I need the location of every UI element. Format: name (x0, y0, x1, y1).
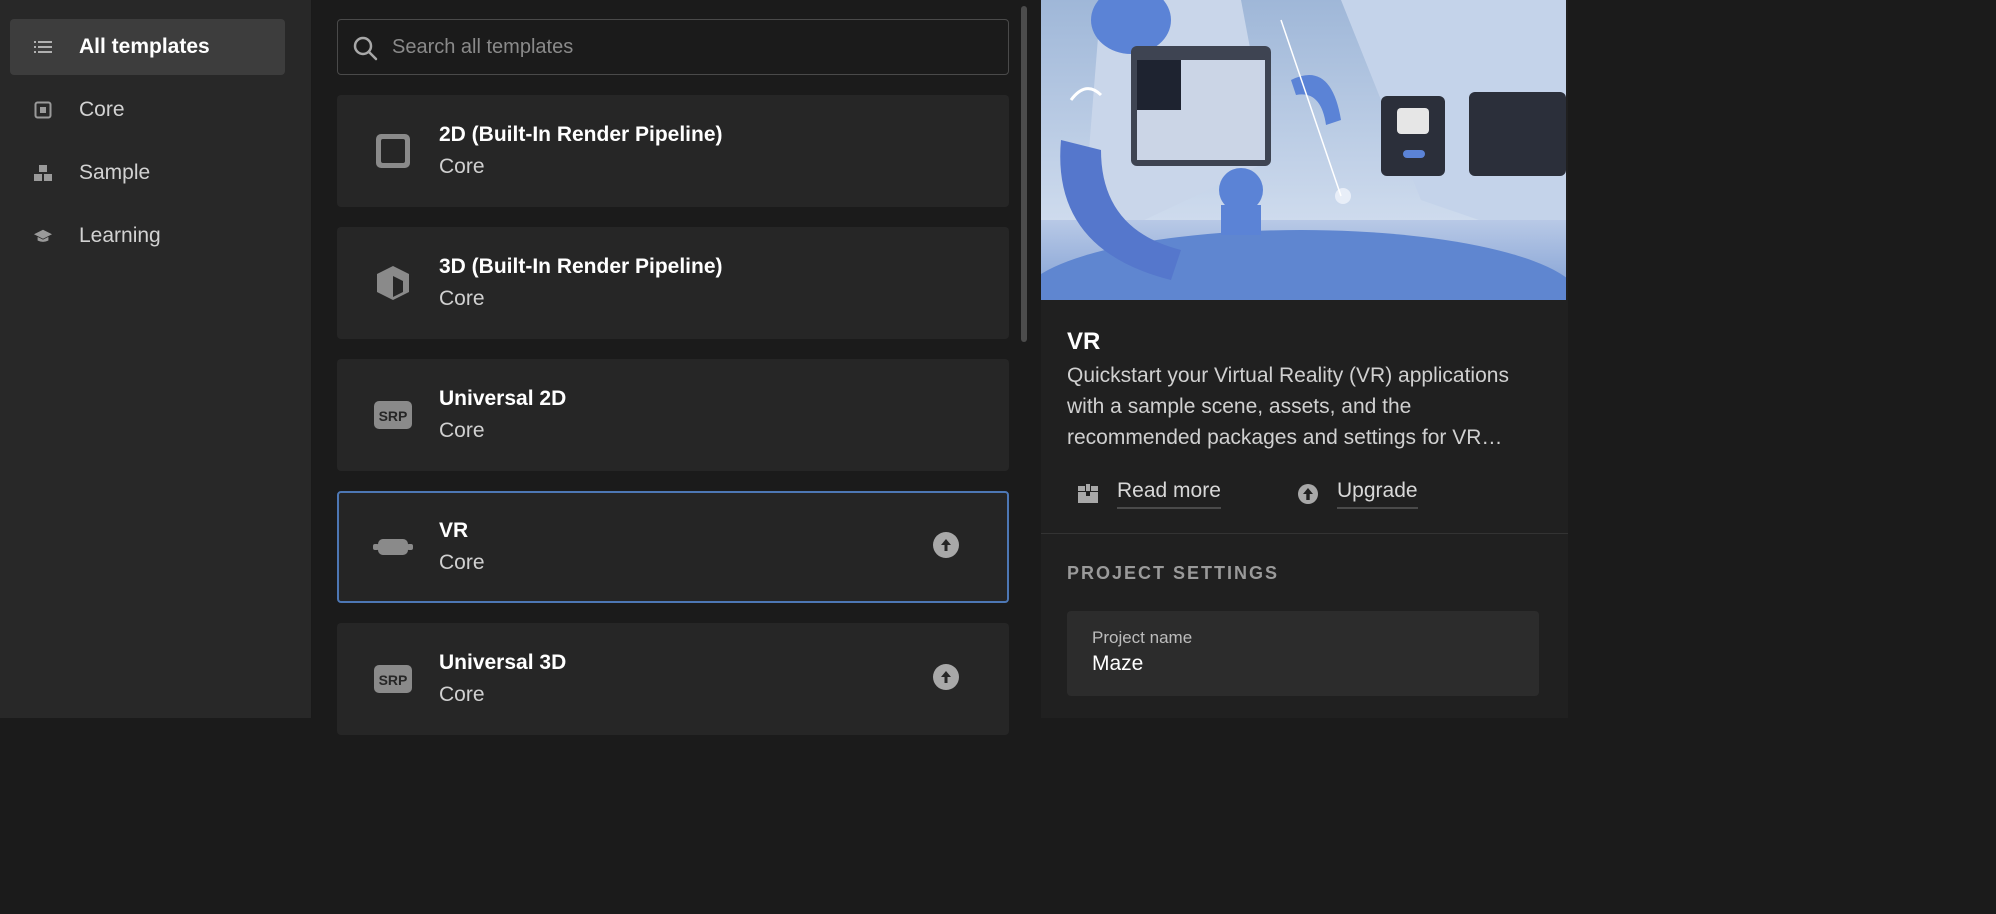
sidebar-item-label: All templates (79, 35, 210, 58)
graduation-cap-icon (34, 227, 52, 245)
template-title: Universal 3D (439, 651, 567, 674)
project-settings-heading: PROJECT SETTINGS (1067, 563, 1280, 583)
vr-headset-icon (373, 527, 413, 567)
divider (1041, 533, 1568, 534)
cube-icon (373, 263, 413, 303)
template-preview-image (1041, 0, 1566, 300)
template-card-universal-3d[interactable]: SRP Universal 3D Core (337, 623, 1009, 735)
template-detail-panel: VR Quickstart your Virtual Reality (VR) … (1041, 0, 1568, 718)
upgrade-available-icon (933, 532, 959, 558)
template-category: Core (439, 683, 485, 706)
template-category: Core (439, 155, 485, 178)
square-2d-icon (373, 131, 413, 171)
square-dot-icon (34, 101, 52, 119)
search-icon (352, 35, 378, 61)
search-box (337, 19, 1009, 75)
sidebar-item-label: Sample (79, 161, 151, 184)
sidebar: All templates Core Sample Learning (0, 0, 312, 718)
detail-title: VR (1067, 328, 1101, 355)
template-card-universal-2d[interactable]: SRP Universal 2D Core (337, 359, 1009, 471)
template-title: VR (439, 519, 469, 542)
svg-text:SRP: SRP (379, 672, 408, 688)
project-name-label: Project name (1092, 628, 1193, 647)
sidebar-item-sample[interactable]: Sample (10, 145, 285, 201)
sidebar-item-all-templates[interactable]: All templates (10, 19, 285, 75)
template-category: Core (439, 419, 485, 442)
blocks-icon (34, 164, 52, 182)
upgrade-link[interactable]: Upgrade (1297, 474, 1418, 514)
list-icon (34, 38, 52, 56)
read-more-link[interactable]: Read more (1077, 474, 1221, 514)
upgrade-label: Upgrade (1337, 479, 1418, 509)
template-card-3d[interactable]: 3D (Built-In Render Pipeline) Core (337, 227, 1009, 339)
upgrade-available-icon (933, 664, 959, 690)
template-category: Core (439, 551, 485, 574)
svg-text:SRP: SRP (379, 408, 408, 424)
template-category: Core (439, 287, 485, 310)
search-input[interactable] (392, 20, 992, 74)
template-card-vr[interactable]: VR Core (337, 491, 1009, 603)
srp-icon: SRP (373, 395, 413, 435)
upgrade-icon (1297, 483, 1319, 505)
template-list-panel: 2D (Built-In Render Pipeline) Core 3D (B… (313, 0, 1040, 735)
template-card-2d[interactable]: 2D (Built-In Render Pipeline) Core (337, 95, 1009, 207)
sidebar-item-core[interactable]: Core (10, 82, 285, 138)
sidebar-item-learning[interactable]: Learning (10, 208, 285, 264)
srp-icon: SRP (373, 659, 413, 699)
scrollbar[interactable] (1021, 6, 1027, 342)
detail-description: Quickstart your Virtual Reality (VR) app… (1067, 364, 1509, 449)
sidebar-item-label: Learning (79, 224, 161, 247)
project-name-input[interactable] (1092, 652, 1512, 676)
template-title: 2D (Built-In Render Pipeline) (439, 123, 723, 146)
template-title: Universal 2D (439, 387, 567, 410)
read-more-label: Read more (1117, 479, 1221, 509)
package-icon (1077, 483, 1099, 505)
template-title: 3D (Built-In Render Pipeline) (439, 255, 723, 278)
project-name-field[interactable]: Project name (1067, 611, 1539, 696)
sidebar-item-label: Core (79, 98, 125, 121)
